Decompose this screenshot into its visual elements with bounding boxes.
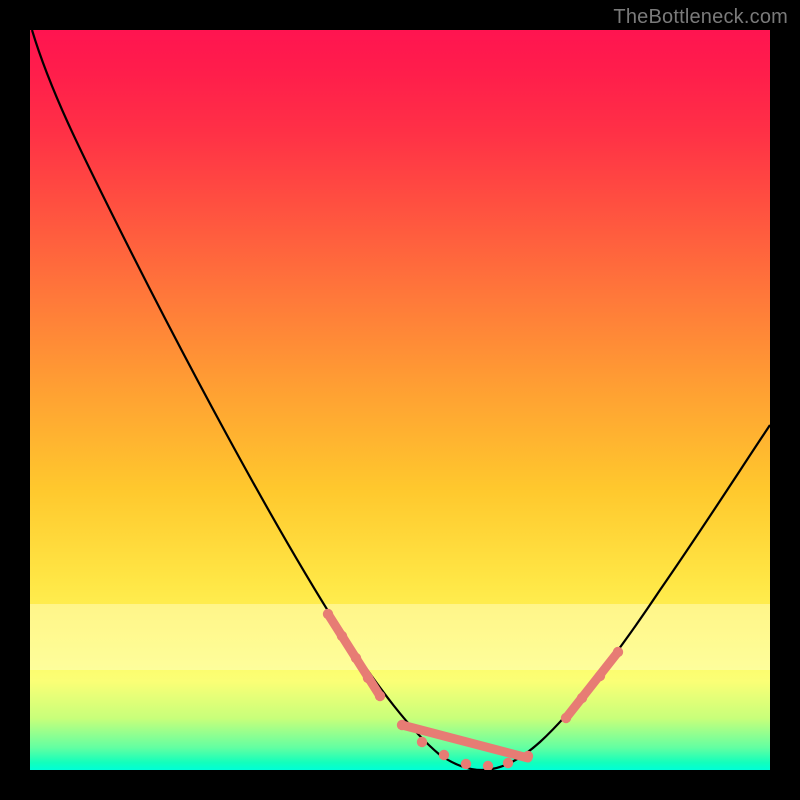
chart-stage: TheBottleneck.com xyxy=(0,0,800,800)
plot-area xyxy=(30,30,770,770)
watermark-text: TheBottleneck.com xyxy=(613,6,788,29)
highlight-band xyxy=(30,604,770,671)
